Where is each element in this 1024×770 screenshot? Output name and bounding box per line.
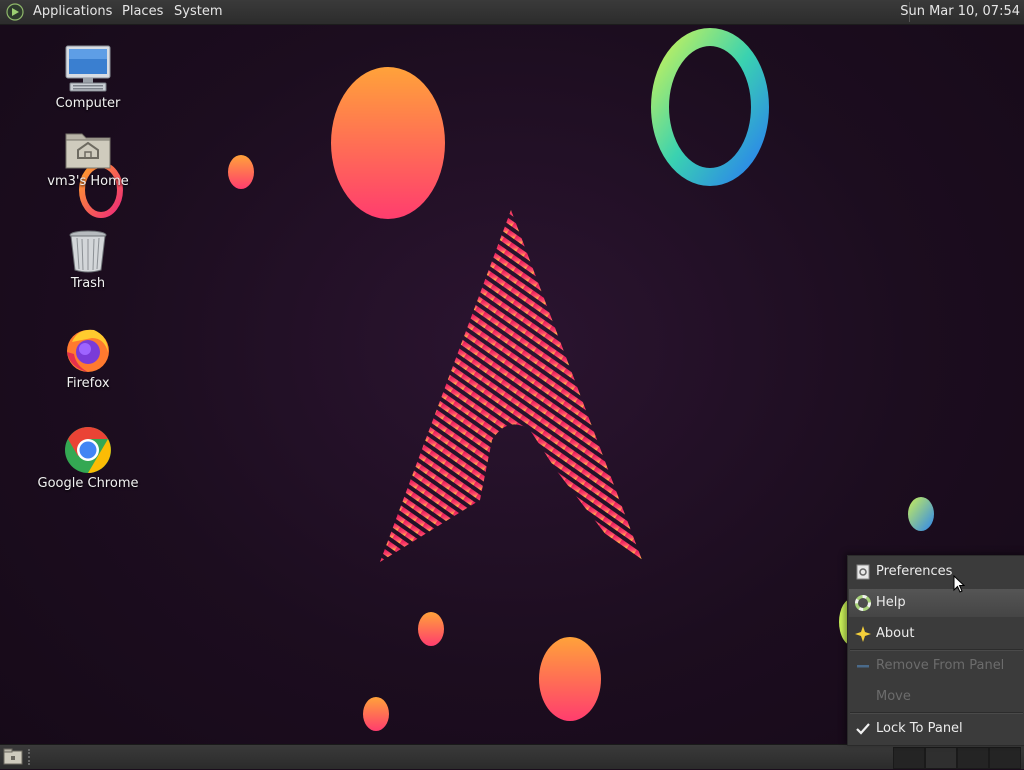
desktop-icon-label: Firefox <box>66 376 110 391</box>
small-orb <box>363 697 389 731</box>
menu-item-lock-to-panel[interactable]: Lock To Panel <box>849 715 1024 743</box>
menu-item-label: About <box>876 626 915 641</box>
large-orb <box>331 67 445 219</box>
menu-separator <box>850 712 1023 714</box>
workspace-2[interactable] <box>925 747 957 769</box>
desktop-icon-label: Google Chrome <box>37 476 139 491</box>
chrome-icon <box>65 427 111 473</box>
about-icon <box>855 626 871 642</box>
panel-context-menu: Preferences Help About Remove From Panel… <box>847 555 1024 746</box>
workspace-3[interactable] <box>957 747 989 769</box>
distro-logo-icon[interactable] <box>6 3 24 21</box>
menu-item-label: Preferences <box>876 564 953 579</box>
show-desktop-icon[interactable] <box>3 748 23 770</box>
clock[interactable]: Sun Mar 10, 07:54 <box>900 4 1020 19</box>
checkmark-icon <box>855 721 871 737</box>
panel-handle[interactable] <box>28 749 34 765</box>
desktop-icon-chrome[interactable]: Google Chrome <box>33 426 143 491</box>
desktop-icon-label: Computer <box>55 96 121 111</box>
desktop-icon-label: vm3's Home <box>47 174 129 189</box>
menu-item-label: Lock To Panel <box>876 721 963 736</box>
desktop-icon-trash[interactable]: Trash <box>33 228 143 291</box>
menu-item-help[interactable]: Help <box>849 589 1024 617</box>
help-icon <box>855 595 871 611</box>
arch-logo <box>380 210 642 562</box>
computer-icon <box>65 45 111 92</box>
menu-separator <box>850 649 1023 651</box>
ring-decoration <box>651 28 769 186</box>
menu-item-preferences[interactable]: Preferences <box>849 558 1024 586</box>
preferences-icon <box>855 564 871 580</box>
workspace-1[interactable] <box>893 747 925 769</box>
menu-item-remove-from-panel[interactable]: Remove From Panel <box>849 652 1024 680</box>
workspace-4[interactable] <box>989 747 1021 769</box>
remove-icon <box>855 658 871 674</box>
firefox-icon <box>67 329 109 372</box>
medium-orb <box>539 637 601 721</box>
desktop-icon-home[interactable]: vm3's Home <box>33 128 143 189</box>
desktop-icon-label: Trash <box>70 276 106 291</box>
system-menu[interactable]: System <box>174 4 222 19</box>
top-panel: Applications Places System Sun Mar 10, 0… <box>0 0 1024 25</box>
desktop-icon-firefox[interactable]: Firefox <box>33 326 143 391</box>
menu-item-label: Remove From Panel <box>876 658 1005 673</box>
drop-decoration <box>908 497 934 531</box>
menu-item-label: Help <box>876 595 906 610</box>
places-menu[interactable]: Places <box>122 4 163 19</box>
mouse-cursor-icon <box>953 575 965 593</box>
small-orb <box>418 612 444 646</box>
small-orb <box>228 155 254 189</box>
bottom-panel <box>0 744 1024 769</box>
home-folder-icon <box>65 133 111 169</box>
menu-item-about[interactable]: About <box>849 620 1024 648</box>
applications-menu[interactable]: Applications <box>33 4 112 19</box>
menu-item-move[interactable]: Move <box>849 683 1024 711</box>
trash-icon <box>69 230 107 273</box>
desktop-icon-computer[interactable]: Computer <box>33 44 143 111</box>
menu-item-label: Move <box>876 689 911 704</box>
